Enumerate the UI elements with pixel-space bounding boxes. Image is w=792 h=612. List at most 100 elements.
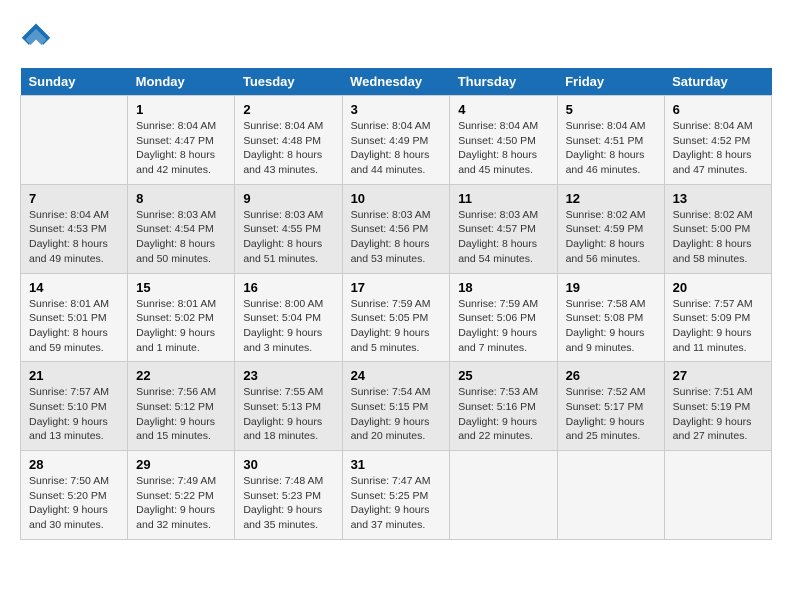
day-detail: Sunrise: 8:04 AMSunset: 4:47 PMDaylight:…	[136, 119, 226, 178]
day-number: 15	[136, 280, 226, 295]
page-header	[20, 20, 772, 52]
day-number: 17	[351, 280, 442, 295]
day-number: 28	[29, 457, 119, 472]
logo-icon	[20, 20, 52, 52]
day-number: 19	[566, 280, 656, 295]
day-number: 10	[351, 191, 442, 206]
day-cell: 14 Sunrise: 8:01 AMSunset: 5:01 PMDayligh…	[21, 273, 128, 362]
day-number: 20	[673, 280, 763, 295]
day-detail: Sunrise: 7:57 AMSunset: 5:09 PMDaylight:…	[673, 297, 763, 356]
week-row-4: 28Sunrise: 7:50 AMSunset: 5:20 PMDayligh…	[21, 451, 772, 540]
day-cell: 13 Sunrise: 8:02 AMSunset: 5:00 PMDayligh…	[664, 184, 771, 273]
day-number: 26	[566, 368, 656, 383]
day-number: 8	[136, 191, 226, 206]
day-cell	[21, 96, 128, 185]
day-detail: Sunrise: 8:04 AMSunset: 4:51 PMDaylight:…	[566, 119, 656, 178]
day-detail: Sunrise: 8:00 AMSunset: 5:04 PMDaylight:…	[243, 297, 333, 356]
day-cell: 11 Sunrise: 8:03 AMSunset: 4:57 PMDayligh…	[450, 184, 557, 273]
day-cell	[557, 451, 664, 540]
day-detail: Sunrise: 8:03 AMSunset: 4:56 PMDaylight:…	[351, 208, 442, 267]
day-number: 29	[136, 457, 226, 472]
day-number: 1	[136, 102, 226, 117]
day-number: 30	[243, 457, 333, 472]
day-number: 25	[458, 368, 548, 383]
day-cell: 7 Sunrise: 8:04 AMSunset: 4:53 PMDaylight…	[21, 184, 128, 273]
day-cell: 8Sunrise: 8:03 AMSunset: 4:54 PMDaylight…	[128, 184, 235, 273]
day-detail: Sunrise: 8:02 AMSunset: 5:00 PMDaylight:…	[673, 208, 763, 267]
day-detail: Sunrise: 7:57 AMSunset: 5:10 PMDaylight:…	[29, 385, 119, 444]
day-detail: Sunrise: 7:53 AMSunset: 5:16 PMDaylight:…	[458, 385, 548, 444]
day-cell: 3 Sunrise: 8:04 AMSunset: 4:49 PMDaylight…	[342, 96, 450, 185]
day-detail: Sunrise: 8:03 AMSunset: 4:57 PMDaylight:…	[458, 208, 548, 267]
day-number: 23	[243, 368, 333, 383]
day-number: 5	[566, 102, 656, 117]
day-detail: Sunrise: 7:47 AMSunset: 5:25 PMDaylight:…	[351, 474, 442, 533]
day-number: 14	[29, 280, 119, 295]
day-cell: 10 Sunrise: 8:03 AMSunset: 4:56 PMDayligh…	[342, 184, 450, 273]
day-number: 31	[351, 457, 442, 472]
day-detail: Sunrise: 7:59 AMSunset: 5:06 PMDaylight:…	[458, 297, 548, 356]
day-cell: 23 Sunrise: 7:55 AMSunset: 5:13 PMDayligh…	[235, 362, 342, 451]
day-header-thursday: Thursday	[450, 68, 557, 96]
day-number: 4	[458, 102, 548, 117]
day-detail: Sunrise: 7:56 AMSunset: 5:12 PMDaylight:…	[136, 385, 226, 444]
day-cell: 2Sunrise: 8:04 AMSunset: 4:48 PMDaylight…	[235, 96, 342, 185]
day-cell: 28Sunrise: 7:50 AMSunset: 5:20 PMDayligh…	[21, 451, 128, 540]
day-number: 9	[243, 191, 333, 206]
day-cell: 17 Sunrise: 7:59 AMSunset: 5:05 PMDayligh…	[342, 273, 450, 362]
day-number: 16	[243, 280, 333, 295]
day-detail: Sunrise: 8:02 AMSunset: 4:59 PMDaylight:…	[566, 208, 656, 267]
day-cell: 27 Sunrise: 7:51 AMSunset: 5:19 PMDayligh…	[664, 362, 771, 451]
logo	[20, 20, 56, 52]
day-number: 3	[351, 102, 442, 117]
header-row: SundayMondayTuesdayWednesdayThursdayFrid…	[21, 68, 772, 96]
day-number: 27	[673, 368, 763, 383]
day-cell	[664, 451, 771, 540]
day-cell: 4Sunrise: 8:04 AMSunset: 4:50 PMDaylight…	[450, 96, 557, 185]
day-cell: 12 Sunrise: 8:02 AMSunset: 4:59 PMDayligh…	[557, 184, 664, 273]
day-cell: 6Sunrise: 8:04 AMSunset: 4:52 PMDaylight…	[664, 96, 771, 185]
calendar-table: SundayMondayTuesdayWednesdayThursdayFrid…	[20, 68, 772, 540]
day-detail: Sunrise: 8:01 AMSunset: 5:01 PMDaylight:…	[29, 297, 119, 356]
day-detail: Sunrise: 7:55 AMSunset: 5:13 PMDaylight:…	[243, 385, 333, 444]
week-row-0: 1 Sunrise: 8:04 AMSunset: 4:47 PMDaylight…	[21, 96, 772, 185]
day-detail: Sunrise: 8:04 AMSunset: 4:48 PMDaylight:…	[243, 119, 333, 178]
day-detail: Sunrise: 7:48 AMSunset: 5:23 PMDaylight:…	[243, 474, 333, 533]
day-detail: Sunrise: 7:58 AMSunset: 5:08 PMDaylight:…	[566, 297, 656, 356]
day-number: 13	[673, 191, 763, 206]
day-cell: 30 Sunrise: 7:48 AMSunset: 5:23 PMDayligh…	[235, 451, 342, 540]
day-header-saturday: Saturday	[664, 68, 771, 96]
day-cell: 26 Sunrise: 7:52 AMSunset: 5:17 PMDayligh…	[557, 362, 664, 451]
day-cell: 5 Sunrise: 8:04 AMSunset: 4:51 PMDaylight…	[557, 96, 664, 185]
day-number: 21	[29, 368, 119, 383]
week-row-2: 14 Sunrise: 8:01 AMSunset: 5:01 PMDayligh…	[21, 273, 772, 362]
day-number: 22	[136, 368, 226, 383]
day-detail: Sunrise: 7:59 AMSunset: 5:05 PMDaylight:…	[351, 297, 442, 356]
day-detail: Sunrise: 8:04 AMSunset: 4:53 PMDaylight:…	[29, 208, 119, 267]
day-number: 12	[566, 191, 656, 206]
day-cell: 20 Sunrise: 7:57 AMSunset: 5:09 PMDayligh…	[664, 273, 771, 362]
week-row-3: 21 Sunrise: 7:57 AMSunset: 5:10 PMDayligh…	[21, 362, 772, 451]
day-number: 24	[351, 368, 442, 383]
day-detail: Sunrise: 8:04 AMSunset: 4:52 PMDaylight:…	[673, 119, 763, 178]
day-header-tuesday: Tuesday	[235, 68, 342, 96]
day-cell: 29Sunrise: 7:49 AMSunset: 5:22 PMDayligh…	[128, 451, 235, 540]
day-cell: 25 Sunrise: 7:53 AMSunset: 5:16 PMDayligh…	[450, 362, 557, 451]
day-cell: 9 Sunrise: 8:03 AMSunset: 4:55 PMDaylight…	[235, 184, 342, 273]
day-number: 11	[458, 191, 548, 206]
day-detail: Sunrise: 7:51 AMSunset: 5:19 PMDaylight:…	[673, 385, 763, 444]
day-header-sunday: Sunday	[21, 68, 128, 96]
day-header-monday: Monday	[128, 68, 235, 96]
day-cell: 22 Sunrise: 7:56 AMSunset: 5:12 PMDayligh…	[128, 362, 235, 451]
day-detail: Sunrise: 7:52 AMSunset: 5:17 PMDaylight:…	[566, 385, 656, 444]
day-number: 7	[29, 191, 119, 206]
day-cell: 16 Sunrise: 8:00 AMSunset: 5:04 PMDayligh…	[235, 273, 342, 362]
day-detail: Sunrise: 7:54 AMSunset: 5:15 PMDaylight:…	[351, 385, 442, 444]
day-detail: Sunrise: 8:03 AMSunset: 4:55 PMDaylight:…	[243, 208, 333, 267]
day-cell: 21 Sunrise: 7:57 AMSunset: 5:10 PMDayligh…	[21, 362, 128, 451]
day-header-wednesday: Wednesday	[342, 68, 450, 96]
day-number: 18	[458, 280, 548, 295]
day-cell	[450, 451, 557, 540]
day-detail: Sunrise: 8:04 AMSunset: 4:49 PMDaylight:…	[351, 119, 442, 178]
day-cell: 31 Sunrise: 7:47 AMSunset: 5:25 PMDayligh…	[342, 451, 450, 540]
